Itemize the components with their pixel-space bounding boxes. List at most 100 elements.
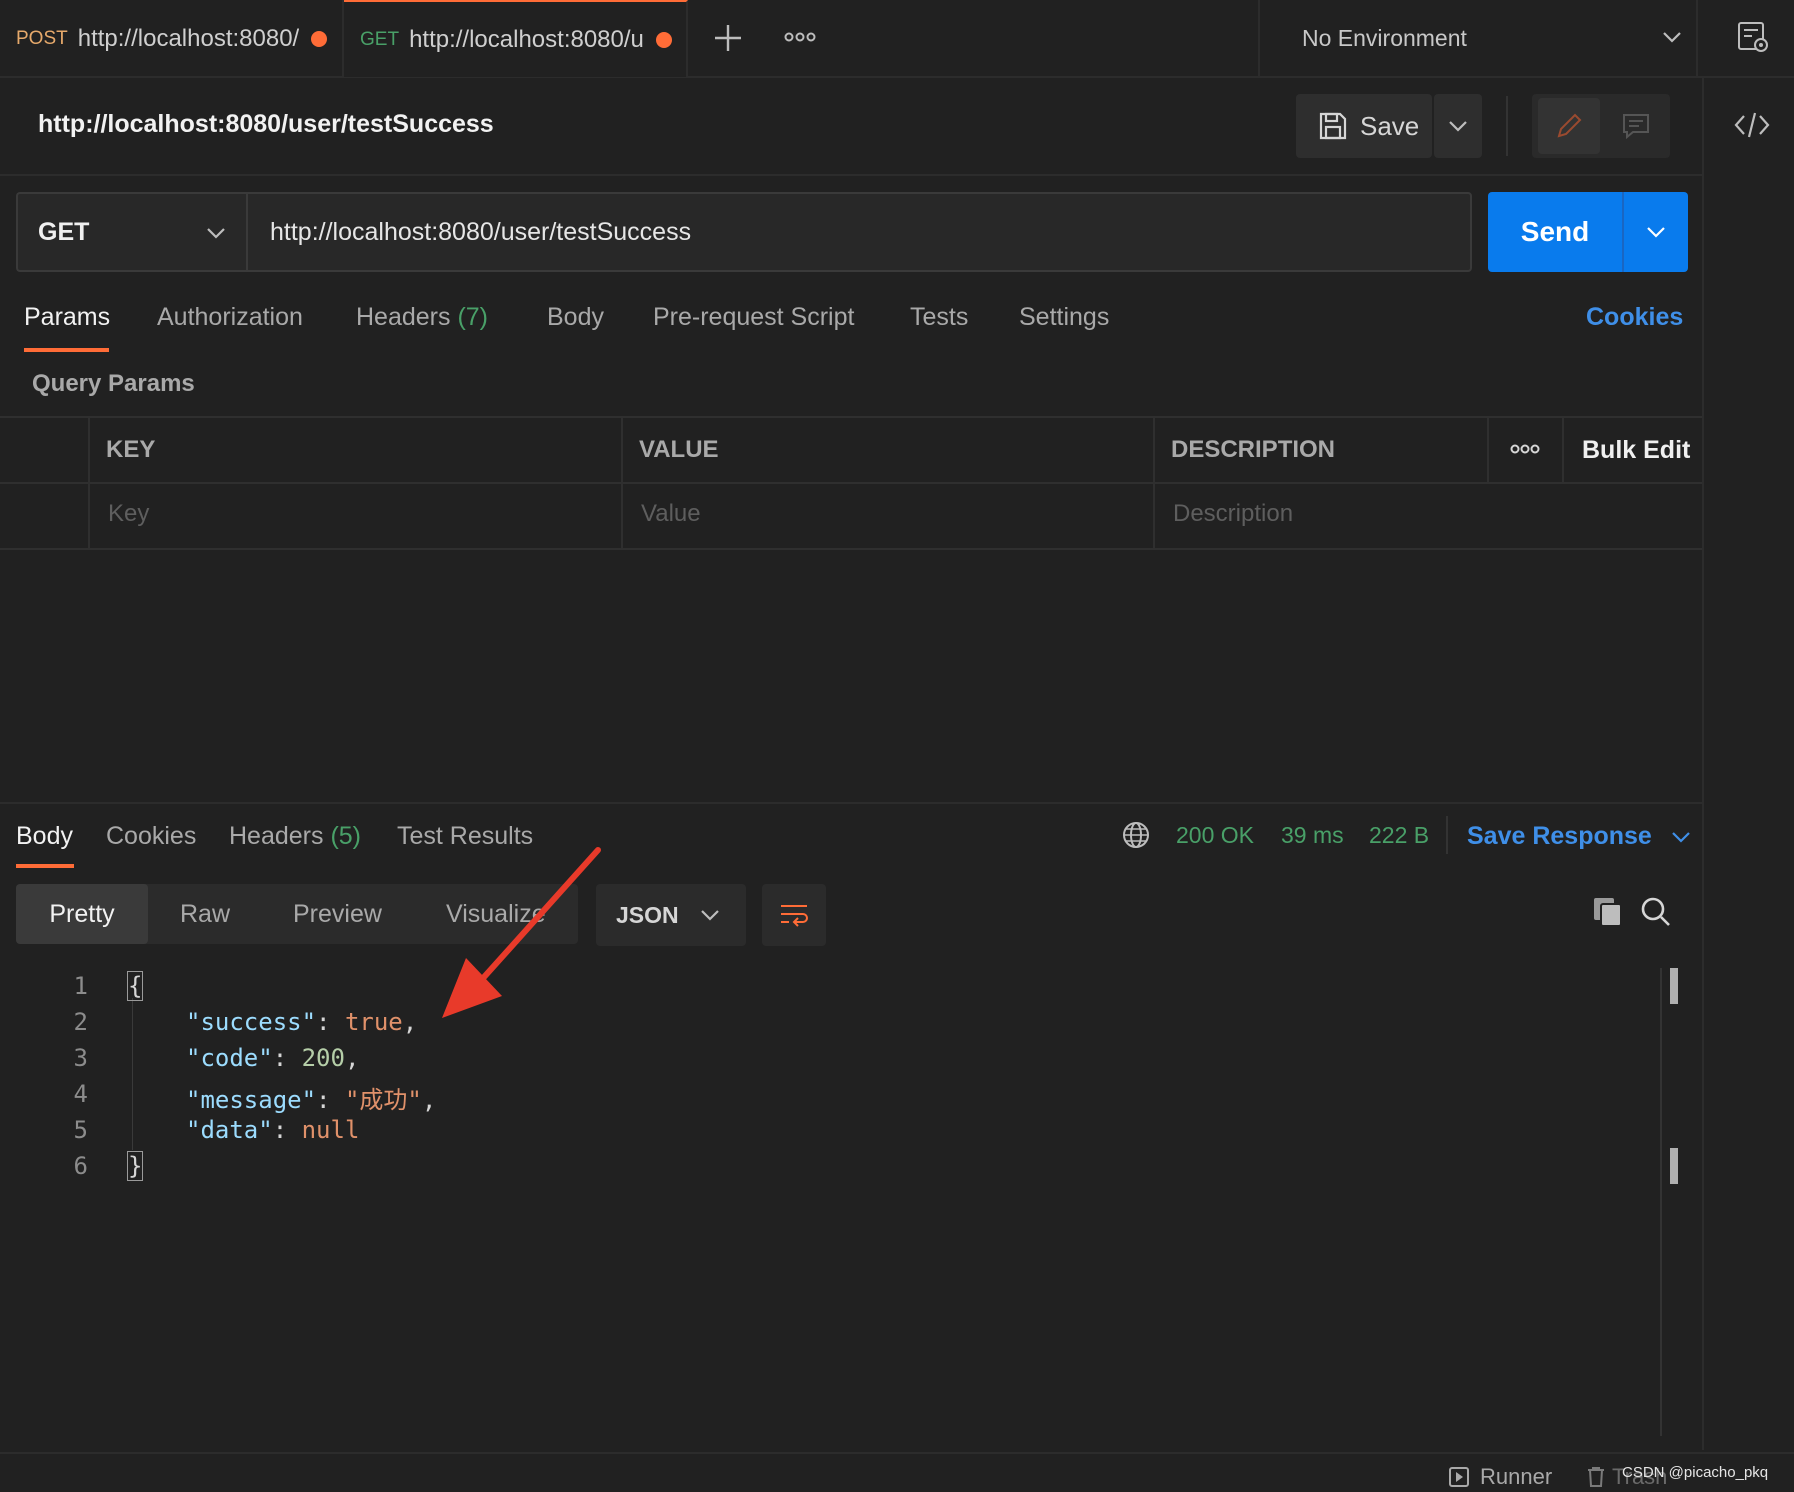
environment-quick-look-icon[interactable] — [1736, 20, 1770, 54]
edit-comment-group — [1532, 94, 1670, 158]
right-sidebar — [1702, 78, 1794, 1450]
headers-count: (7) — [457, 303, 489, 331]
response-headers-count: (5) — [330, 822, 362, 850]
response-headers-label: Headers — [229, 822, 324, 850]
view-pretty-button[interactable]: Pretty — [16, 884, 148, 944]
response-tab-body[interactable]: Body — [16, 822, 73, 851]
indent-guide — [132, 998, 133, 1150]
scrollbar-thumb[interactable] — [1670, 968, 1678, 1004]
description-input[interactable]: Description — [1173, 500, 1293, 528]
cookies-link[interactable]: Cookies — [1586, 303, 1683, 332]
json-comma: , — [402, 1008, 418, 1036]
query-params-title: Query Params — [32, 370, 195, 397]
json-key: "data" — [186, 1116, 273, 1144]
json-value: 200 — [301, 1044, 345, 1072]
pencil-icon[interactable] — [1538, 98, 1600, 154]
save-options-button[interactable] — [1434, 94, 1482, 158]
tab-settings[interactable]: Settings — [1019, 303, 1109, 332]
chevron-down-icon — [1662, 30, 1682, 44]
tab-params[interactable]: Params — [24, 303, 110, 332]
save-icon — [1318, 111, 1348, 141]
column-header-value: VALUE — [639, 436, 719, 463]
key-input[interactable]: Key — [108, 500, 149, 528]
col-divider — [621, 416, 623, 550]
code-line[interactable]: { — [126, 971, 144, 1001]
save-button[interactable]: Save — [1296, 94, 1432, 158]
chevron-down-icon — [1671, 830, 1691, 844]
json-key: "code" — [186, 1044, 273, 1072]
response-scrollbar[interactable] — [1660, 968, 1662, 1436]
more-options-icon[interactable] — [1510, 442, 1540, 456]
response-divider[interactable] — [0, 802, 1702, 804]
copy-icon[interactable] — [1592, 896, 1624, 928]
method-label: GET — [38, 217, 90, 246]
trash-icon — [1586, 1466, 1606, 1488]
chevron-down-icon — [206, 226, 226, 240]
tab-method: GET — [360, 28, 400, 50]
save-label: Save — [1360, 110, 1420, 141]
save-response-label: Save Response — [1467, 822, 1652, 850]
tab-url: http://localhost:8080/ — [77, 24, 300, 52]
json-colon: : — [272, 1044, 302, 1072]
active-tab-indicator — [16, 864, 74, 868]
code-icon[interactable] — [1734, 110, 1770, 140]
scrollbar-thumb[interactable] — [1670, 1148, 1678, 1184]
runner-button[interactable]: Runner — [1480, 1464, 1552, 1490]
tab-authorization[interactable]: Authorization — [157, 303, 303, 332]
status-divider — [1446, 816, 1448, 854]
tab-body[interactable]: Body — [547, 303, 604, 332]
send-button-group: Send — [1488, 192, 1688, 272]
new-tab-icon[interactable] — [712, 22, 744, 54]
send-button[interactable]: Send — [1488, 192, 1622, 272]
url-input[interactable]: http://localhost:8080/user/testSuccess — [246, 192, 1472, 272]
response-size[interactable]: 222 B — [1369, 822, 1429, 849]
json-comma: , — [421, 1086, 437, 1114]
line-number: 1 — [73, 972, 88, 1000]
environment-selector[interactable]: No Environment — [1258, 0, 1698, 77]
json-key: "success" — [186, 1008, 317, 1036]
comment-icon[interactable] — [1608, 98, 1664, 154]
code-line[interactable]: "message": "成功", — [186, 1080, 436, 1115]
format-select[interactable]: JSON — [596, 884, 746, 946]
tab-url: http://localhost:8080/u — [409, 25, 644, 53]
line-number: 5 — [73, 1116, 88, 1144]
tab-headers-label: Headers — [356, 303, 451, 331]
runner-icon — [1448, 1466, 1470, 1488]
code-line[interactable]: "data": null — [186, 1116, 359, 1144]
wrap-lines-icon — [778, 901, 810, 929]
toolbar-divider — [1506, 96, 1508, 156]
send-options-button[interactable] — [1624, 192, 1688, 272]
tab-headers[interactable]: Headers (7) — [356, 303, 488, 332]
col-divider — [1153, 416, 1155, 550]
globe-icon[interactable] — [1121, 820, 1151, 850]
more-tabs-icon[interactable] — [784, 28, 816, 46]
line-number: 3 — [73, 1044, 88, 1072]
status-code[interactable]: 200 OK — [1176, 822, 1254, 849]
code-line[interactable]: "code": 200, — [186, 1044, 359, 1072]
response-tab-cookies[interactable]: Cookies — [106, 822, 196, 851]
line-number: 2 — [73, 1008, 88, 1036]
request-tab-get[interactable]: GET http://localhost:8080/u — [344, 0, 688, 77]
json-brace-open: { — [126, 971, 144, 1001]
response-tab-headers[interactable]: Headers (5) — [229, 822, 361, 851]
table-header-border — [0, 482, 1702, 484]
bulk-edit-button[interactable]: Bulk Edit — [1582, 436, 1690, 465]
request-tab-post[interactable]: POST http://localhost:8080/ — [0, 0, 344, 77]
method-select[interactable]: GET — [16, 192, 248, 272]
view-preview-button[interactable]: Preview — [293, 884, 382, 944]
code-line[interactable]: "success": true, — [186, 1008, 417, 1036]
value-input[interactable]: Value — [641, 500, 701, 528]
request-title: http://localhost:8080/user/testSuccess — [38, 110, 494, 138]
environment-label: No Environment — [1302, 25, 1467, 51]
tab-pre-request-script[interactable]: Pre-request Script — [653, 303, 854, 332]
search-icon[interactable] — [1640, 896, 1672, 928]
view-raw-button[interactable]: Raw — [180, 884, 230, 944]
save-response-button[interactable]: Save Response — [1467, 822, 1691, 851]
response-time[interactable]: 39 ms — [1281, 822, 1344, 849]
watermark: CSDN @picacho_pkq — [1622, 1464, 1769, 1481]
code-line[interactable]: } — [126, 1151, 144, 1181]
col-divider — [1487, 416, 1489, 482]
tab-tests[interactable]: Tests — [910, 303, 968, 332]
col-divider — [1562, 416, 1564, 482]
wrap-lines-button[interactable] — [762, 884, 826, 946]
